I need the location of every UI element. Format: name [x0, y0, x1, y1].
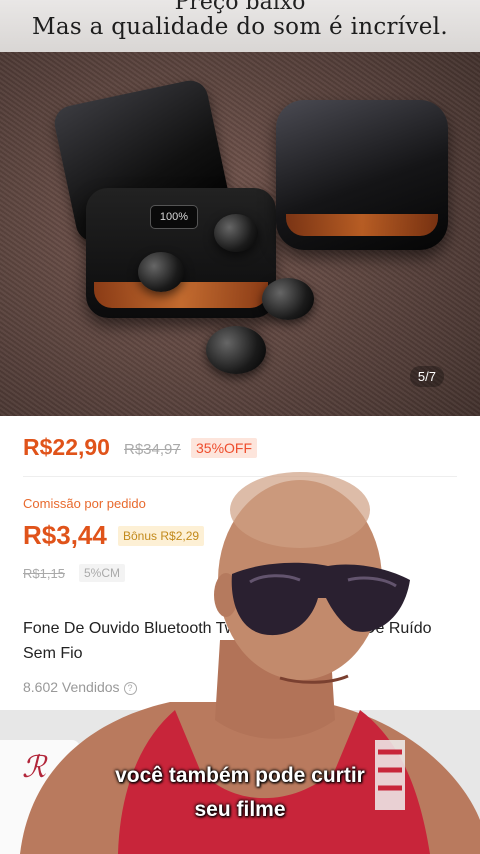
video-subtitle-line-2: seu filme [194, 798, 286, 821]
earbud-case-closed [276, 100, 448, 250]
commission-label: Comissão por pedido [23, 496, 146, 511]
divider [23, 476, 457, 477]
product-image[interactable]: Preço baixo Mas a qualidade do som é inc… [0, 0, 480, 416]
sold-count: 8.602 Vendidos? [23, 679, 137, 695]
commission-rate-badge: 5%CM [79, 564, 126, 582]
commission-value: R$3,44 [23, 520, 107, 550]
discount-badge: 35%OFF [191, 438, 258, 458]
help-icon[interactable]: ? [123, 682, 137, 695]
product-title[interactable]: Fone De Ouvido Bluetooth Tws Touch Reduç… [23, 616, 463, 666]
earbud-loose-1 [262, 278, 314, 320]
commission-old-value: R$1,15 [23, 566, 65, 581]
caption-line-2: Mas a qualidade do som é incrível. [32, 14, 448, 40]
video-subtitle-line-1: você também pode curtir [115, 764, 365, 787]
original-price: R$34,97 [124, 441, 181, 458]
case-battery-display: 100% [150, 205, 198, 229]
product-info: R$22,90 R$34,97 35%OFF Comissão por pedi… [0, 416, 480, 716]
sold-count-text: 8.602 Vendidos [23, 679, 120, 695]
earbud-left [138, 252, 184, 292]
sale-price: R$22,90 [23, 434, 110, 460]
image-counter: 5/7 [409, 366, 444, 387]
earbud-right [214, 214, 258, 252]
earbud-loose-2 [206, 326, 266, 374]
bonus-badge[interactable]: Bônus R$2,29 [118, 526, 205, 546]
caption-line-1: Preço baixo [174, 0, 306, 15]
